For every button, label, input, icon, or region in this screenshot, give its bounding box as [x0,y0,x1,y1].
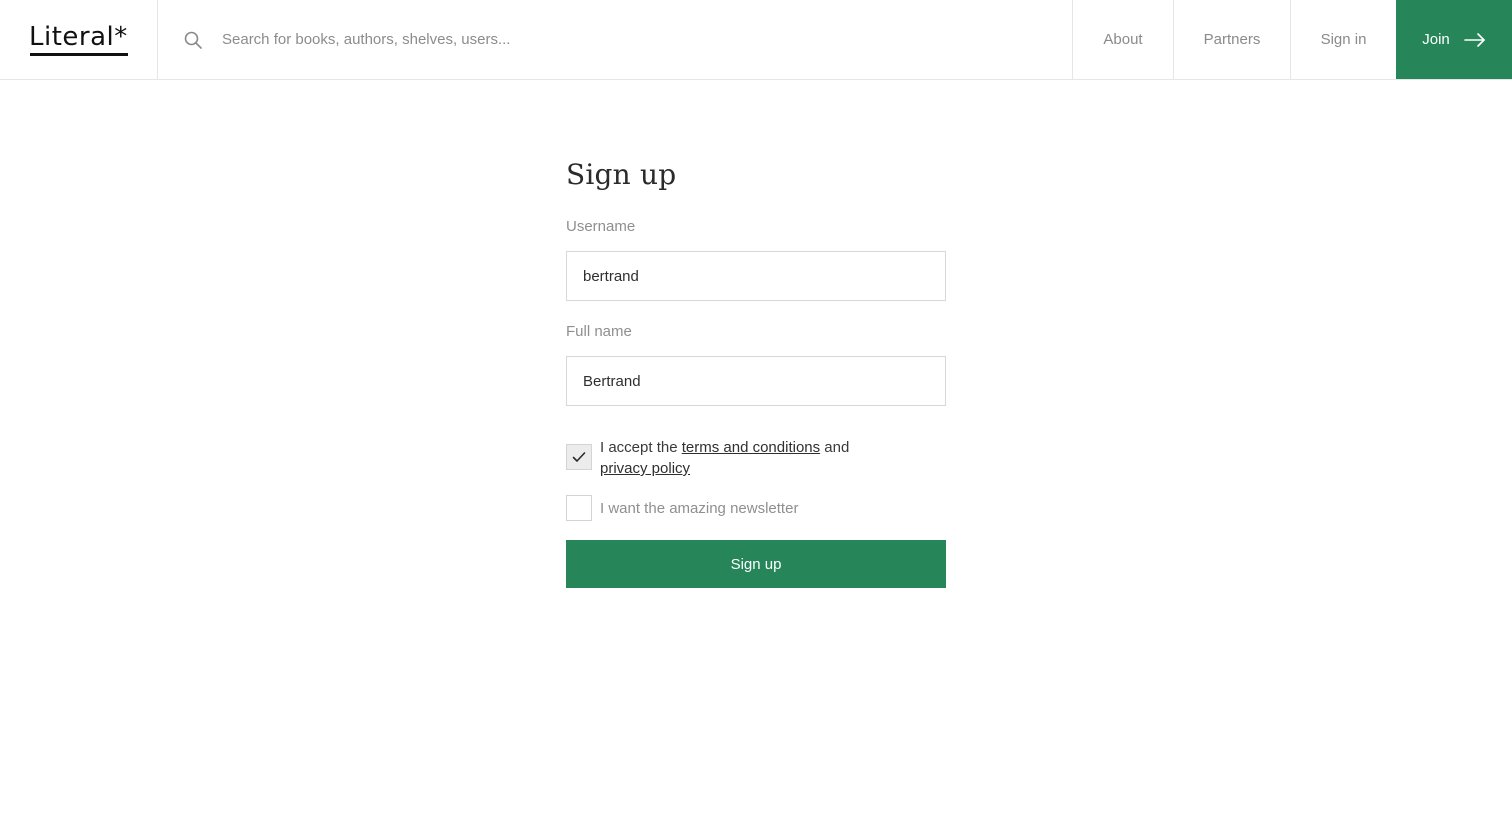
terms-middle: and [820,439,850,456]
join-button[interactable]: Join [1396,0,1512,79]
fullname-label: Full name [566,323,632,340]
checkmark-icon [572,452,586,462]
literal-logo[interactable]: Literal* [29,24,128,56]
fullname-field[interactable] [566,356,946,406]
terms-prefix: I accept the [600,439,682,456]
terms-text: I accept the terms and conditions and pr… [600,437,880,479]
username-field[interactable] [566,251,946,301]
newsletter-row: I want the amazing newsletter [566,495,946,521]
page-title: Sign up [566,158,677,191]
arrow-right-icon [1463,32,1486,47]
nav-signin-link[interactable]: Sign in [1291,0,1396,79]
terms-and-conditions-link[interactable]: terms and conditions [682,439,820,456]
nav-about-link[interactable]: About [1073,0,1174,79]
terms-checkbox[interactable] [566,444,592,470]
search-icon [184,31,202,49]
nav-partners-link[interactable]: Partners [1174,0,1291,79]
newsletter-label: I want the amazing newsletter [600,499,799,517]
join-button-label: Join [1422,31,1450,48]
signup-form: Sign up Username Full name I accept the … [566,158,946,588]
logo-container: Literal* [0,0,158,79]
newsletter-checkbox[interactable] [566,495,592,521]
top-navigation-bar: Literal* About Partners Sign in Join [0,0,1512,80]
search-bar [158,0,1073,79]
terms-row: I accept the terms and conditions and pr… [566,437,946,479]
signup-submit-button[interactable]: Sign up [566,540,946,588]
search-input[interactable] [222,31,822,48]
privacy-policy-link[interactable]: privacy policy [600,460,690,477]
username-label: Username [566,218,636,235]
